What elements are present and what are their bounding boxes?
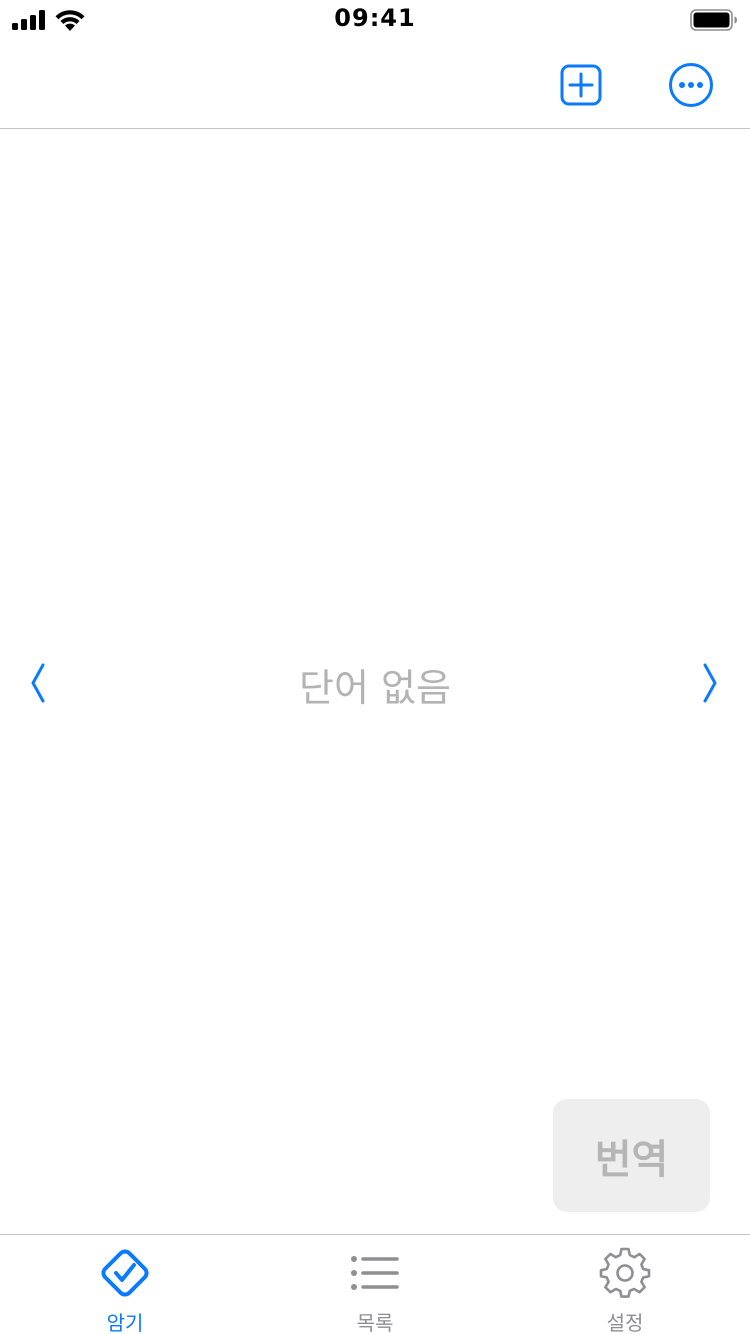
next-word-button[interactable] — [690, 659, 730, 707]
more-options-button[interactable] — [668, 62, 714, 108]
battery-icon — [690, 9, 737, 31]
add-word-button[interactable] — [558, 62, 604, 108]
app-screen: 09:41 단어 없음 번역 암기 목록 설정 — [0, 0, 750, 1334]
ellipsis-circle-icon — [669, 63, 713, 107]
checkmark-diamond-icon — [101, 1249, 149, 1297]
tab-label-list: 목록 — [356, 1311, 394, 1334]
tab-label-memorize: 암기 — [106, 1311, 144, 1334]
navigation-bar — [0, 40, 750, 129]
flashcard-area: 단어 없음 번역 — [0, 129, 750, 1234]
gear-icon — [599, 1247, 651, 1298]
tab-memorize[interactable]: 암기 — [0, 1235, 250, 1334]
empty-word-label: 단어 없음 — [299, 666, 451, 710]
status-time: 09:41 — [334, 4, 416, 32]
tab-bar: 암기 목록 설정 — [0, 1234, 750, 1334]
tab-list[interactable]: 목록 — [250, 1235, 500, 1334]
chevron-right-icon — [703, 663, 717, 703]
tab-settings[interactable]: 설정 — [500, 1235, 750, 1334]
translate-button[interactable]: 번역 — [553, 1099, 710, 1212]
status-bar: 09:41 — [0, 0, 750, 40]
plus-square-icon — [560, 64, 602, 106]
list-bullet-icon — [351, 1256, 399, 1290]
tab-label-settings: 설정 — [606, 1311, 644, 1334]
